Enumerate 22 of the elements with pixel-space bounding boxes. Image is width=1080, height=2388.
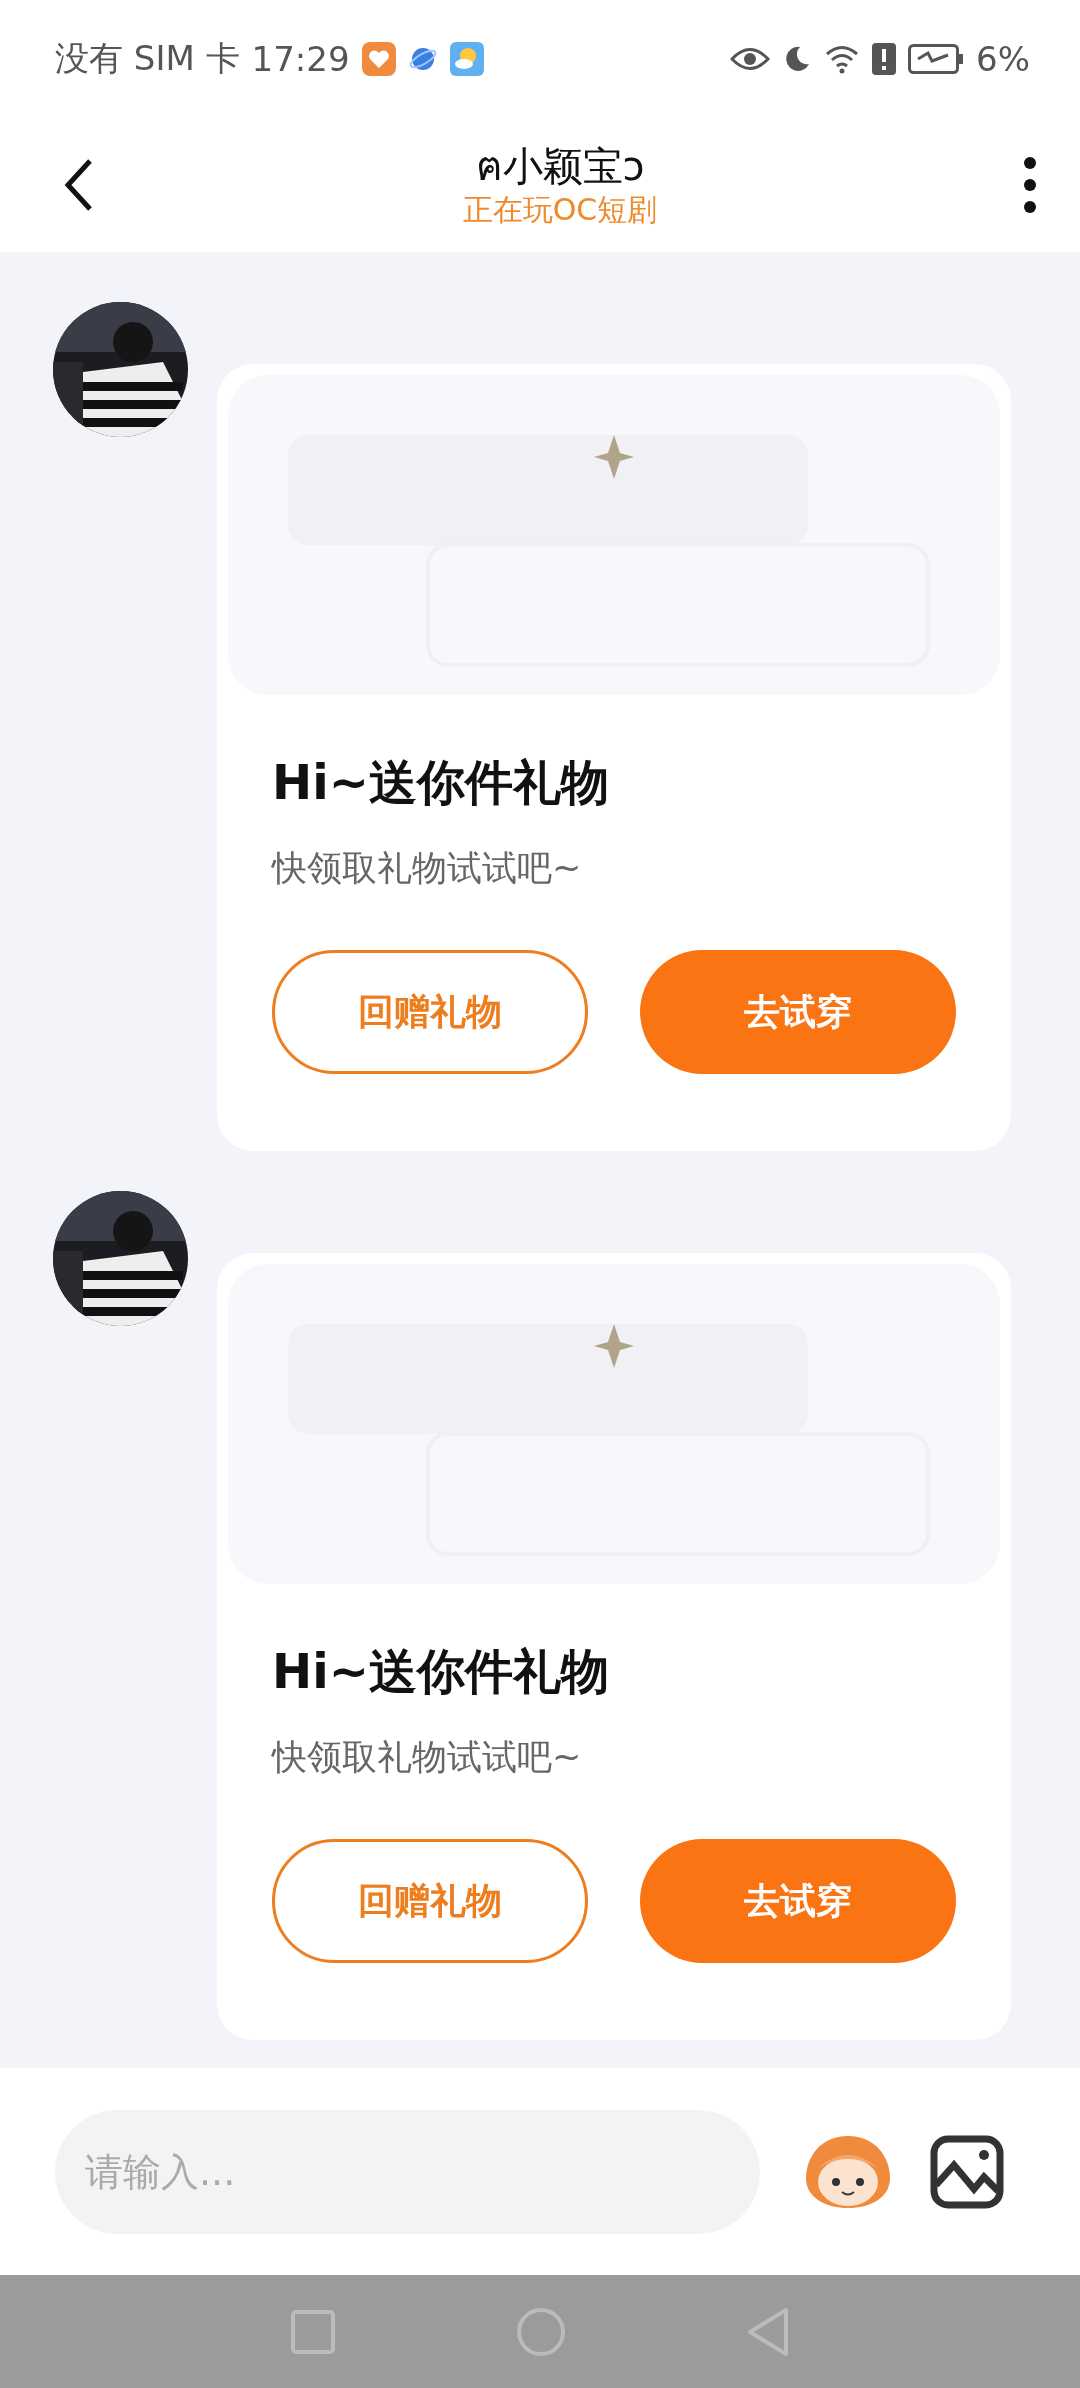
- card-subtitle: 快领取礼物试试吧~: [272, 1736, 583, 1779]
- chat-title: ฅ小颖宝ɔ: [475, 141, 645, 190]
- try-on-button[interactable]: 去试穿: [640, 1839, 956, 1963]
- image-icon[interactable]: [930, 2134, 1004, 2209]
- clock-text: 17:29: [251, 39, 350, 79]
- home-icon[interactable]: [516, 2306, 566, 2357]
- return-gift-button[interactable]: 回赠礼物: [272, 950, 588, 1074]
- battery-text: 6%: [976, 39, 1030, 79]
- message-input[interactable]: 请输入...: [55, 2109, 760, 2234]
- chat-status: 正在玩OC短剧: [462, 190, 658, 229]
- weather-app-icon: [449, 42, 484, 76]
- card-title: Hi~送你件礼物: [272, 753, 610, 812]
- try-on-button[interactable]: 去试穿: [640, 950, 956, 1074]
- eye-icon: [730, 46, 771, 72]
- return-gift-button[interactable]: 回赠礼物: [272, 1839, 588, 1963]
- alert-icon: [872, 43, 897, 75]
- carrier-text: 没有 SIM 卡: [55, 37, 240, 80]
- battery-icon: [908, 44, 965, 74]
- card-title: Hi~送你件礼物: [272, 1642, 610, 1701]
- recents-icon[interactable]: [290, 2308, 336, 2355]
- heart-app-icon: [361, 42, 396, 76]
- card-subtitle: 快领取礼物试试吧~: [272, 847, 583, 890]
